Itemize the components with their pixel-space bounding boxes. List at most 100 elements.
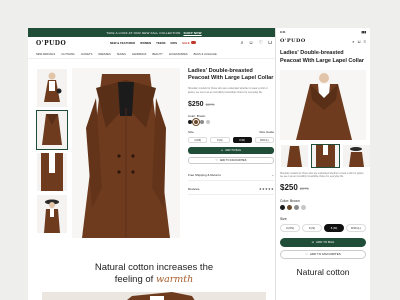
thumbnail-2-selected[interactable] [36, 110, 68, 150]
search-icon[interactable]: ⌕ [352, 39, 354, 44]
category-bags-luggage[interactable]: BAGS & LUGGAGE [194, 53, 217, 56]
nav-item-kids[interactable]: KIDS [170, 41, 177, 45]
reviews-accordion[interactable]: Reviews ★★★★★ [188, 187, 274, 195]
mobile-size-xs[interactable]: 4 (XS) [280, 223, 300, 232]
menu-icon[interactable]: ≡ [364, 39, 366, 44]
mobile-hero-image[interactable] [280, 70, 366, 141]
bag-icon: ⊔ [221, 149, 224, 152]
nav-item-teens[interactable]: TEENS [156, 41, 165, 45]
category-dresses[interactable]: DRESSES [98, 53, 110, 56]
header-icons: ⌕ ☺ ♡ ⊔ [241, 40, 272, 46]
product-description: Shoulder models for those who are undeci… [188, 87, 268, 94]
tagline-line1: Natural cotton increases the [94, 262, 214, 273]
color-swatch-grey[interactable] [200, 120, 204, 124]
thumbnail-4[interactable] [36, 194, 68, 234]
price-block: $250 $275 [188, 101, 274, 108]
mobile-add-to-favourites-label: ADD TO FAVOURITES [309, 252, 341, 257]
battery-icon: ▮▮▮ [361, 30, 366, 34]
shipping-label: Free Shipping & Returns [188, 173, 221, 177]
nav-item-sale[interactable]: SALE [182, 41, 196, 45]
mobile-swatch-light-grey[interactable] [301, 204, 306, 210]
status-time: 9:41 [280, 30, 286, 34]
tagline-line2: feeling of warmth [28, 274, 280, 286]
product-hero-image[interactable] [72, 68, 180, 238]
mobile-size-options: 4 (XS) 6 (S) 8 (M) 8/10 (L) [276, 221, 370, 232]
brand-logo[interactable]: O'PUDO [36, 40, 66, 47]
mobile-swatch-brown[interactable] [287, 204, 292, 210]
bag-icon[interactable]: ⊔ [358, 39, 361, 44]
nav-sale-label: SALE [182, 41, 190, 45]
shipping-accordion[interactable]: Free Shipping & Returns ⌄ [188, 173, 274, 181]
mobile-thumbnail-3[interactable] [342, 144, 370, 168]
promo-link[interactable]: SHOP NOW [183, 31, 201, 35]
search-icon[interactable]: ⌕ [241, 40, 244, 46]
reviews-label: Reviews [188, 187, 200, 191]
add-to-bag-label: ADD TO BAG [225, 149, 241, 152]
mobile-size-label: Size [280, 216, 287, 221]
nav-item-new[interactable]: NEW & FEATURED [110, 41, 135, 45]
size-option-l[interactable]: 8/10 (L) [254, 137, 274, 143]
category-handbags[interactable]: HANDBAGS [132, 53, 147, 56]
size-option-m-selected[interactable]: 8 (M) [232, 137, 252, 143]
lifestyle-banner-image [42, 292, 266, 300]
mobile-thumbnail-2-selected[interactable] [311, 144, 340, 169]
mobile-add-to-bag-button[interactable]: ⊔ ADD TO BAG [280, 237, 366, 247]
mobile-color-label: Color: Brown [280, 198, 300, 203]
mobile-description: Shoulder models for those who are undeci… [280, 172, 364, 179]
color-swatches [188, 118, 274, 126]
mobile-size-l[interactable]: 8/10 (L) [346, 223, 366, 232]
status-bar: 9:41 ▮▮▮ [276, 28, 370, 36]
add-to-bag-button[interactable]: ⊔ ADD TO BAG [188, 147, 274, 154]
mobile-product-page: 9:41 ▮▮▮ O'PUDO ⌕ ⊔ ≡ Ladies' Double-bre… [275, 28, 370, 300]
size-label: Size [188, 130, 194, 134]
size-option-xs[interactable]: 4 (XS) [188, 137, 208, 143]
add-to-favourites-label: ADD TO FAVOURITES [219, 159, 247, 162]
color-swatch-light-grey[interactable] [206, 120, 210, 124]
tagline-italic: warmth [155, 274, 194, 285]
mobile-add-to-bag-label: ADD TO BAG [315, 240, 335, 245]
bag-icon[interactable]: ⊔ [268, 40, 272, 46]
color-swatch-black[interactable] [188, 120, 192, 124]
mobile-brand-logo[interactable]: O'PUDO [280, 38, 306, 44]
mobile-tagline: Natural cotton [296, 266, 350, 277]
color-label: Color: Brown [188, 114, 206, 118]
mobile-thumbnail-1[interactable] [280, 144, 309, 168]
mobile-swatch-black[interactable] [280, 204, 285, 210]
add-to-favourites-button[interactable]: ♡ ADD TO FAVOURITES [188, 157, 274, 164]
mobile-swatch-grey[interactable] [294, 204, 299, 210]
main-nav: NEW & FEATURED WOMEN TEENS KIDS SALE [110, 41, 196, 45]
mobile-size-s[interactable]: 6 (S) [302, 223, 322, 232]
heart-icon: ♡ [215, 159, 218, 162]
promo-bar: TAKE A LOOK AT OUR NEW FALL COLLECTION S… [28, 28, 280, 37]
current-price: $250 [188, 101, 204, 108]
category-accessories[interactable]: ACCESSORIES [169, 53, 188, 56]
top-nav: O'PUDO NEW & FEATURED WOMEN TEENS KIDS S… [28, 37, 280, 50]
size-guide-link[interactable]: Size Guide [259, 130, 274, 134]
old-price: $275 [205, 102, 215, 107]
category-jackets[interactable]: JACKETS [81, 53, 93, 56]
category-clothing[interactable]: CLOTHING [61, 53, 74, 56]
user-icon[interactable]: ☺ [249, 40, 254, 46]
category-new-arrivals[interactable]: NEW ARRIVALS [36, 53, 55, 56]
mobile-header-icons: ⌕ ⊔ ≡ [352, 39, 366, 44]
thumbnail-3[interactable] [36, 152, 68, 192]
size-header: Size Size Guide [188, 130, 274, 134]
thumbnail-1[interactable] [36, 68, 68, 108]
color-swatch-brown[interactable] [192, 118, 200, 126]
product-info: Ladies' Double-breasted Peacoat With Lar… [188, 68, 274, 195]
mobile-price-block: $250 $275 [276, 179, 370, 192]
mobile-thumbnails [276, 140, 370, 169]
category-shoes[interactable]: SHOES [117, 53, 126, 56]
mobile-add-to-favourites-button[interactable]: ♡ ADD TO FAVOURITES [280, 249, 366, 259]
heart-icon[interactable]: ♡ [259, 40, 263, 46]
thumbnail-list [36, 68, 70, 236]
category-beauty[interactable]: BEAUTY [152, 53, 162, 56]
size-option-s[interactable]: 6 (S) [210, 137, 230, 143]
mobile-header: O'PUDO ⌕ ⊔ ≡ [276, 36, 370, 46]
nav-item-women[interactable]: WOMEN [140, 41, 151, 45]
category-nav: NEW ARRIVALS CLOTHING JACKETS DRESSES SH… [28, 50, 280, 59]
tagline-plain: feeling of [114, 274, 154, 285]
heart-icon: ♡ [305, 252, 308, 257]
mobile-size-m-selected[interactable]: 8 (M) [324, 223, 344, 232]
tagline: Natural cotton increases the feeling of … [28, 262, 280, 286]
